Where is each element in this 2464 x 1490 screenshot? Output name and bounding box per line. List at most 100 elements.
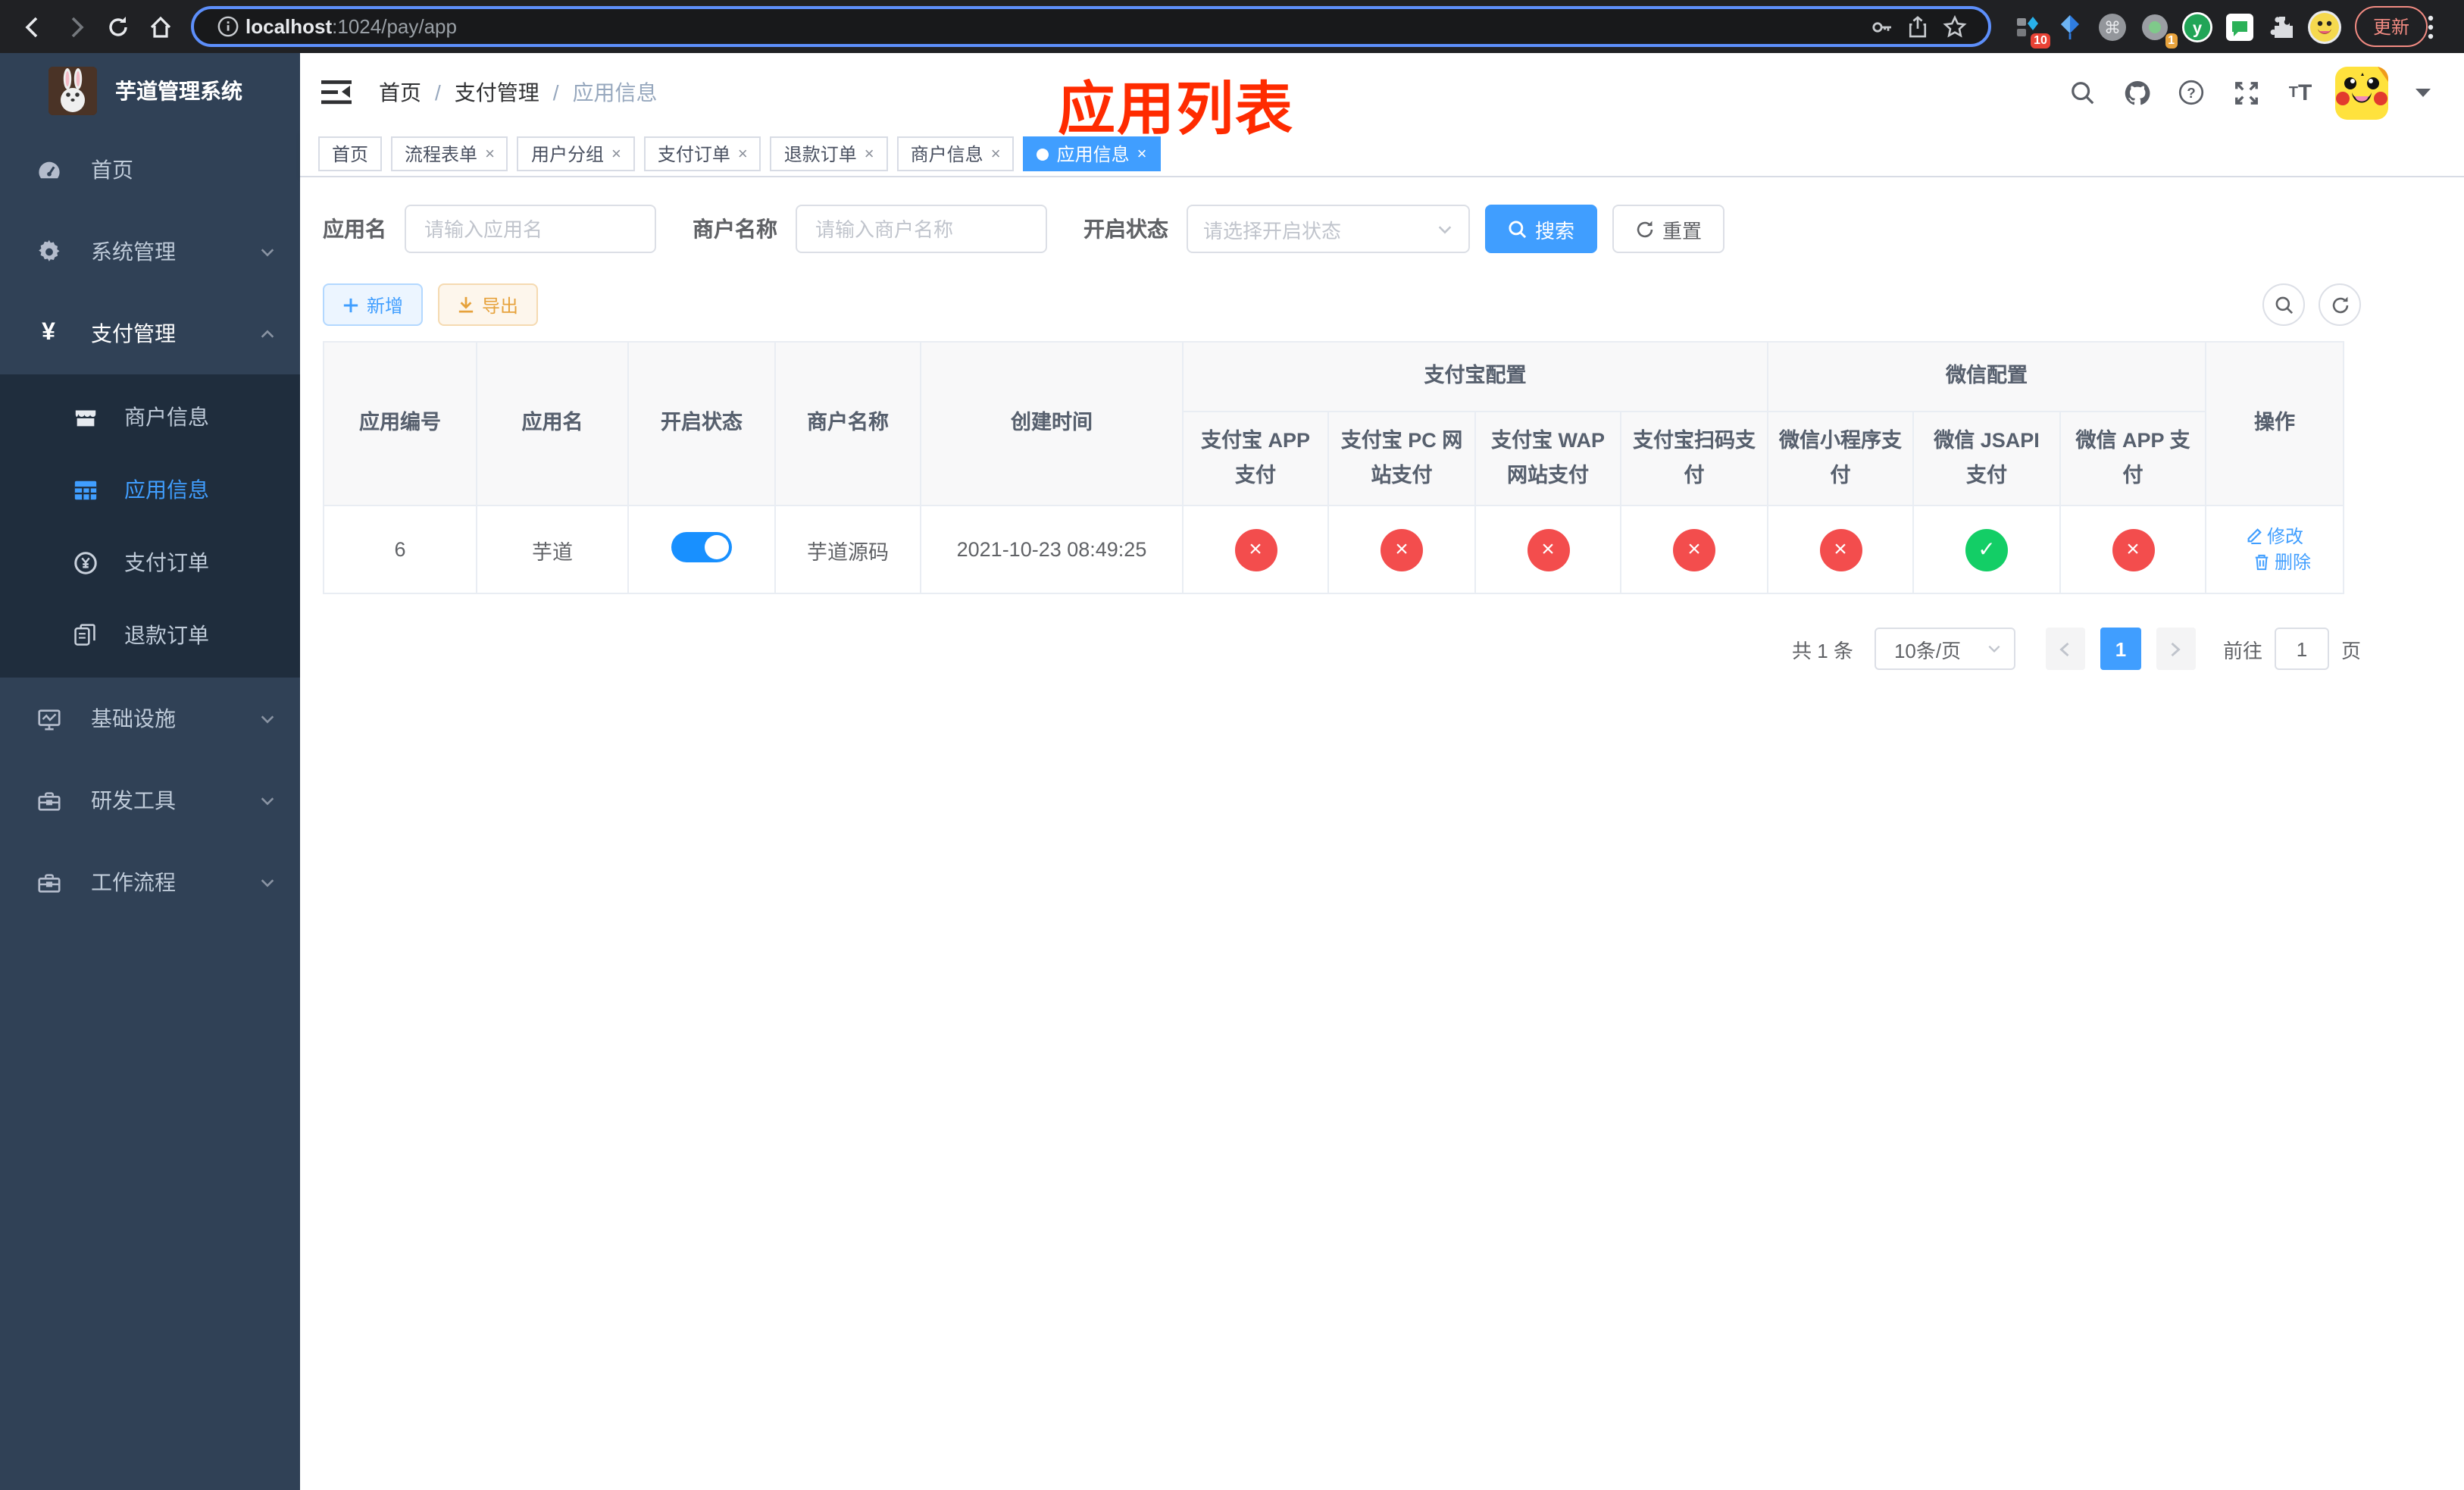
site-info-icon[interactable] bbox=[209, 8, 245, 45]
font-size-icon[interactable]: TT bbox=[2281, 73, 2320, 112]
bookmark-star-icon[interactable] bbox=[1937, 8, 1973, 45]
tag-merchant-info[interactable]: 商户信息 × bbox=[896, 136, 1015, 171]
user-avatar[interactable] bbox=[2335, 66, 2388, 119]
sidebar-item-infrastructure[interactable]: 基础设施 bbox=[0, 678, 300, 759]
chevron-left-icon bbox=[2060, 641, 2070, 656]
status-toggle[interactable] bbox=[671, 532, 732, 562]
chrome-menu-icon[interactable] bbox=[2428, 14, 2452, 39]
page-unit-label: 页 bbox=[2340, 639, 2361, 662]
breadcrumb-separator: / bbox=[552, 80, 559, 105]
breadcrumb-home[interactable]: 首页 bbox=[379, 77, 421, 108]
cmd-glyph: ⌘ bbox=[2104, 17, 2121, 36]
col-wx-mini: 微信小程序支付 bbox=[1767, 411, 1914, 506]
close-icon[interactable]: × bbox=[1137, 145, 1147, 163]
sidebar-item-refund-order[interactable]: 退款订单 bbox=[0, 599, 300, 671]
close-icon[interactable]: × bbox=[485, 145, 495, 163]
sidebar-item-payment[interactable]: ¥ 支付管理 bbox=[0, 293, 300, 374]
close-icon[interactable]: × bbox=[991, 145, 1001, 163]
sidebar-item-pay-order[interactable]: 支付订单 bbox=[0, 526, 300, 599]
annotation-title: 应用列表 bbox=[1058, 79, 1295, 142]
close-icon[interactable]: × bbox=[611, 145, 621, 163]
browser-reload-icon[interactable] bbox=[97, 5, 139, 48]
breadcrumb-payment[interactable]: 支付管理 bbox=[455, 77, 539, 108]
edit-link[interactable]: 修改 bbox=[2246, 524, 2303, 549]
chevron-down-icon bbox=[259, 243, 276, 260]
sidebar-item-label: 支付管理 bbox=[91, 321, 176, 346]
sidebar-item-label: 首页 bbox=[91, 158, 133, 182]
share-icon[interactable] bbox=[1900, 8, 1937, 45]
cell-created: 2021-10-23 08:49:25 bbox=[920, 505, 1184, 594]
col-alipay-pc: 支付宝 PC 网站支付 bbox=[1327, 411, 1476, 506]
chevron-up-icon bbox=[259, 325, 276, 342]
help-icon[interactable]: ? bbox=[2172, 73, 2211, 112]
col-wx-jsapi: 微信 JSAPI 支付 bbox=[1912, 411, 2061, 506]
reset-button[interactable]: 重置 bbox=[1612, 205, 1725, 253]
search-button[interactable]: 搜索 bbox=[1485, 205, 1598, 253]
ext-kite-icon[interactable] bbox=[2050, 7, 2090, 46]
sidebar-item-merchant-info[interactable]: 商户信息 bbox=[0, 380, 300, 453]
goto-page-input[interactable] bbox=[2274, 628, 2329, 670]
address-bar[interactable]: localhost:1024/pay/app bbox=[191, 6, 1991, 47]
toggle-search-button[interactable] bbox=[2262, 283, 2305, 326]
profile-avatar[interactable] bbox=[2305, 7, 2344, 46]
delete-link[interactable]: 删除 bbox=[2253, 549, 2311, 575]
header-search-icon[interactable] bbox=[2062, 73, 2102, 112]
github-icon[interactable] bbox=[2117, 73, 2156, 112]
password-key-icon[interactable] bbox=[1864, 8, 1900, 45]
col-ops: 操作 bbox=[2205, 341, 2345, 506]
sidebar-logo[interactable]: 芋道管理系统 bbox=[0, 53, 300, 129]
tag-user-group[interactable]: 用户分组 × bbox=[517, 136, 635, 171]
app-name-input[interactable] bbox=[405, 205, 656, 253]
page-number-1[interactable]: 1 bbox=[2100, 628, 2141, 670]
tag-home[interactable]: 首页 bbox=[318, 136, 383, 171]
export-button[interactable]: 导出 bbox=[438, 283, 539, 326]
page-size-value: 10条/页 bbox=[1893, 639, 1962, 662]
sidebar-item-label: 系统管理 bbox=[91, 239, 176, 264]
sidebar-item-home[interactable]: 首页 bbox=[0, 129, 300, 211]
fullscreen-icon[interactable] bbox=[2226, 73, 2265, 112]
refresh-table-button[interactable] bbox=[2319, 283, 2361, 326]
tag-refund-order[interactable]: 退款订单 × bbox=[770, 136, 888, 171]
tag-process-form[interactable]: 流程表单 × bbox=[391, 136, 508, 171]
extensions-puzzle-icon[interactable] bbox=[2262, 7, 2302, 46]
goto-label: 前往 bbox=[2222, 639, 2262, 662]
page-size-select[interactable]: 10条/页 bbox=[1874, 628, 2015, 670]
tag-label: 首页 bbox=[332, 144, 369, 165]
close-icon[interactable]: × bbox=[865, 145, 874, 163]
sidebar-item-label: 退款订单 bbox=[124, 623, 209, 647]
prev-page-button[interactable] bbox=[2045, 628, 2085, 670]
sidebar-item-app-info[interactable]: 应用信息 bbox=[0, 453, 300, 526]
chrome-update-button[interactable]: 更新 bbox=[2354, 6, 2428, 47]
ext-chat-icon[interactable] bbox=[2220, 7, 2259, 46]
tag-pay-order[interactable]: 支付订单 × bbox=[643, 136, 761, 171]
sidebar-item-label: 商户信息 bbox=[124, 405, 209, 429]
ext-badge: 1 bbox=[2165, 33, 2178, 48]
sidebar-item-label: 应用信息 bbox=[124, 477, 209, 502]
ext-y-icon[interactable]: y bbox=[2178, 7, 2217, 46]
sidebar-item-workflow[interactable]: 工作流程 bbox=[0, 841, 300, 923]
plus-icon bbox=[343, 297, 358, 312]
sidebar-item-dev-tools[interactable]: 研发工具 bbox=[0, 759, 300, 841]
svg-text:?: ? bbox=[2187, 86, 2196, 102]
browser-back-icon[interactable] bbox=[12, 5, 55, 48]
ext-command-icon[interactable]: ⌘ bbox=[2093, 7, 2132, 46]
col-created: 创建时间 bbox=[920, 341, 1184, 506]
svg-text:y: y bbox=[2193, 17, 2203, 36]
copy-document-icon bbox=[67, 623, 103, 647]
merchant-name-input[interactable] bbox=[796, 205, 1047, 253]
close-icon[interactable]: × bbox=[738, 145, 748, 163]
caret-down-icon[interactable] bbox=[2403, 73, 2443, 112]
table-row: 6 芋道 芋道源码 2021-10-23 08:49:25 × × × × × … bbox=[323, 505, 2345, 594]
sidebar-collapse-icon[interactable] bbox=[321, 76, 355, 109]
status-select[interactable]: 请选择开启状态 bbox=[1187, 205, 1470, 253]
browser-home-icon[interactable] bbox=[139, 5, 182, 48]
ext-blocks-icon[interactable]: 10 bbox=[2008, 7, 2050, 48]
add-button[interactable]: 新增 bbox=[323, 283, 424, 326]
edit-link-label: 修改 bbox=[2267, 526, 2304, 548]
merchant-name-label: 商户名称 bbox=[693, 217, 777, 241]
browser-forward-icon[interactable] bbox=[55, 5, 97, 48]
col-alipay-app: 支付宝 APP 支付 bbox=[1182, 411, 1329, 506]
sidebar-item-system[interactable]: 系统管理 bbox=[0, 211, 300, 293]
next-page-button[interactable] bbox=[2156, 628, 2196, 670]
ext-camera-icon[interactable]: 1 bbox=[2135, 7, 2178, 48]
